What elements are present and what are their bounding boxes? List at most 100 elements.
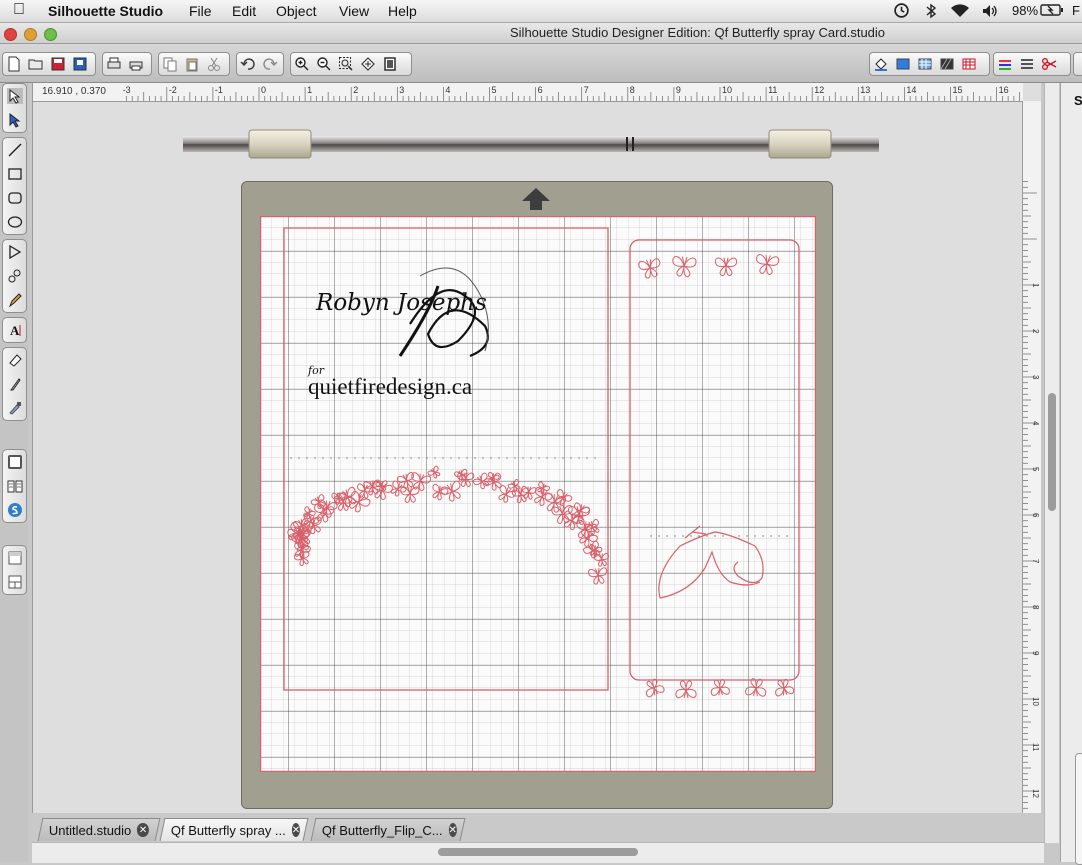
redo-icon[interactable]	[259, 54, 281, 74]
cut-scissors-icon[interactable]	[203, 54, 225, 74]
cut-sheet[interactable]: Robyn Josephs for quietfiredesign.ca	[260, 216, 816, 772]
panel-toggle-group	[869, 52, 990, 76]
zoom-tool-group	[290, 52, 412, 76]
zoom-out-icon[interactable]	[313, 54, 335, 74]
knife-tool-icon[interactable]	[3, 372, 26, 396]
zoom-in-icon[interactable]	[291, 54, 313, 74]
copy-icon[interactable]	[159, 54, 181, 74]
minimize-window-button[interactable]	[24, 28, 37, 41]
text-tool-icon[interactable]: A	[3, 318, 26, 342]
ruler-tick-label: 4	[445, 85, 450, 95]
menu-edit[interactable]: Edit	[232, 3, 256, 19]
tab-label: Qf Butterfly spray ...	[170, 822, 286, 838]
line-color-icon[interactable]	[994, 54, 1016, 74]
ruler-tick-label: 4	[1031, 421, 1040, 426]
close-window-button[interactable]	[4, 28, 17, 41]
toolbar	[0, 44, 1082, 83]
pattern-fill-icon[interactable]	[936, 54, 958, 74]
cutter-roller-bar	[183, 129, 879, 159]
wifi-icon[interactable]	[949, 3, 971, 22]
new-document-icon[interactable]	[3, 54, 25, 74]
time-machine-icon[interactable]	[893, 2, 910, 22]
fill-bucket-icon[interactable]	[870, 54, 892, 74]
polygon-tool-icon[interactable]	[3, 240, 26, 264]
eraser-tool-icon[interactable]	[3, 348, 26, 372]
volume-icon[interactable]	[981, 3, 999, 22]
ruler-tick-label: 14	[906, 85, 916, 95]
document-tab-bar: Untitled.studio ✕ Qf Butterfly spray ... ✕…	[32, 814, 1044, 842]
menu-help[interactable]: Help	[388, 3, 417, 19]
eyedropper-tool-icon[interactable]	[3, 396, 26, 420]
panel-handle[interactable]	[1075, 753, 1082, 865]
gradient-fill-icon[interactable]	[914, 54, 936, 74]
tab-qf-butterfly-spray[interactable]: Qf Butterfly spray ... ✕	[159, 818, 309, 841]
select-arrow-icon[interactable]	[3, 84, 26, 108]
ruler-tick-label: 0	[261, 85, 266, 95]
curve-tool-icon[interactable]	[3, 264, 26, 288]
page-settings-icon[interactable]	[3, 450, 26, 474]
toolbar-overflow[interactable]	[1073, 52, 1082, 76]
horizontal-scroll-thumb[interactable]	[438, 848, 638, 856]
replicate-icon[interactable]	[958, 54, 980, 74]
ruler-tick-label: 12	[1031, 789, 1040, 798]
tab-label: Untitled.studio	[48, 822, 132, 838]
vertical-scroll-thumb[interactable]	[1048, 393, 1056, 511]
library-book-icon[interactable]	[3, 474, 26, 498]
rounded-rectangle-tool-icon[interactable]	[3, 186, 26, 210]
window-title: Silhouette Studio Designer Edition: Qf B…	[510, 25, 886, 40]
save-icon[interactable]	[47, 54, 69, 74]
menu-object[interactable]: Object	[276, 3, 316, 19]
line-style-icon[interactable]	[1016, 54, 1038, 74]
battery-icon[interactable]	[1040, 3, 1064, 20]
ruler-tick-label: 16	[999, 85, 1009, 95]
save-to-library-icon[interactable]	[69, 54, 91, 74]
ruler-tick-label: -1	[215, 85, 223, 95]
undo-icon[interactable]	[237, 54, 259, 74]
load-direction-arrow-icon	[522, 188, 550, 210]
close-tab-icon[interactable]: ✕	[448, 823, 457, 837]
fill-color-icon[interactable]	[892, 54, 914, 74]
ruler-tick-label: 15	[953, 85, 963, 95]
menu-file[interactable]: File	[189, 3, 212, 19]
point-edit-icon[interactable]	[3, 108, 26, 132]
menu-view[interactable]: View	[339, 3, 369, 19]
open-folder-icon[interactable]	[25, 54, 47, 74]
tab-qf-butterfly-flip[interactable]: Qf Butterfly_Flip_C... ✕	[310, 818, 466, 841]
horizontal-ruler: -3 -2 -1 0 1 2 3 4 5 6 7 8 9 10 11 12 13 14 15 16 16.910 , …	[33, 83, 1023, 102]
ellipse-tool-icon[interactable]	[3, 210, 26, 234]
apple-menu-icon[interactable]: 	[13, 1, 25, 19]
online-store-icon[interactable]	[3, 498, 26, 522]
zoom-window-button[interactable]	[44, 28, 57, 41]
line-tool-icon[interactable]	[3, 138, 26, 162]
history-tool-group	[236, 52, 284, 76]
fit-to-page-icon[interactable]	[379, 54, 401, 74]
horizontal-scrollbar[interactable]	[32, 842, 1044, 863]
zoom-selection-icon[interactable]	[335, 54, 357, 74]
bluetooth-icon[interactable]	[925, 3, 937, 22]
split-view-icon[interactable]	[3, 570, 26, 594]
freehand-tool-icon[interactable]	[3, 288, 26, 312]
pan-hand-icon[interactable]	[357, 54, 379, 74]
paste-icon[interactable]	[181, 54, 203, 74]
design-workspace[interactable]: -3 -2 -1 0 1 2 3 4 5 6 7 8 9 10 11 12 13 14 15 16 16.910 , …	[32, 83, 1041, 813]
ruler-tick-label: 12	[814, 85, 824, 95]
ruler-tick-label: 1	[307, 85, 312, 95]
close-tab-icon[interactable]: ✕	[137, 823, 149, 837]
cut-settings-icon[interactable]	[1038, 54, 1060, 74]
print-tool-group	[102, 52, 152, 76]
close-tab-icon[interactable]: ✕	[291, 823, 301, 837]
print-cut-icon[interactable]	[125, 54, 147, 74]
ruler-tick-label: 3	[399, 85, 404, 95]
vertical-scrollbar[interactable]	[1044, 83, 1059, 843]
view-tool-group	[2, 545, 27, 595]
ruler-tick-label: 13	[860, 85, 870, 95]
menubar-extra[interactable]: F	[1072, 3, 1080, 18]
print-icon[interactable]	[103, 54, 125, 74]
file-tool-group	[2, 52, 96, 76]
design-view-icon[interactable]	[3, 546, 26, 570]
ruler-tick-label: 7	[1031, 559, 1040, 564]
text-tool-group: A	[2, 317, 27, 343]
rectangle-tool-icon[interactable]	[3, 162, 26, 186]
tab-untitled[interactable]: Untitled.studio ✕	[37, 818, 161, 841]
app-menu[interactable]: Silhouette Studio	[48, 3, 163, 19]
